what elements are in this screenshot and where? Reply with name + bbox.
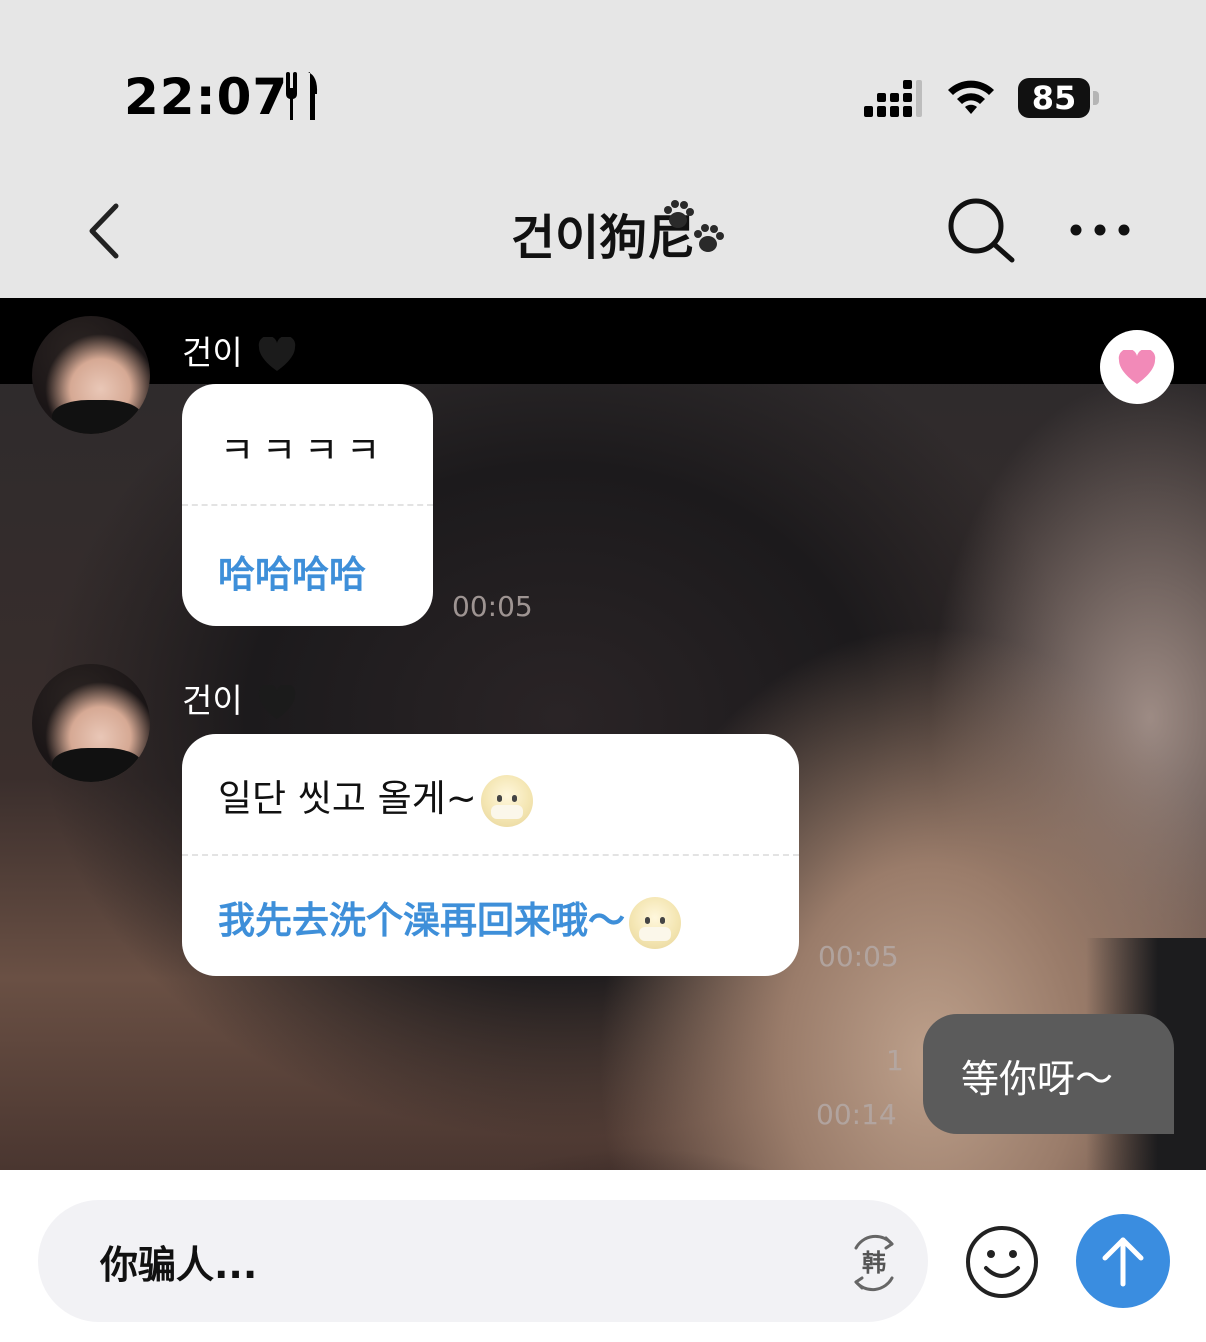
pink-heart-icon	[1118, 350, 1156, 384]
message-timestamp: 00:05	[818, 940, 899, 973]
face-with-mask-emoji-icon	[480, 774, 533, 827]
battery-indicator: 85	[1018, 78, 1090, 118]
battery-cap	[1093, 91, 1099, 105]
message-translation-text: 哈哈哈哈	[218, 553, 366, 596]
black-heart-icon	[259, 684, 296, 719]
translation-divider	[182, 504, 433, 506]
message-translation: 我先去洗个澡再回来哦～	[218, 890, 681, 949]
message-input-text[interactable]: 你骗人...	[100, 1234, 257, 1289]
sender-name: 건이	[182, 326, 297, 374]
sender-name: 건이	[182, 674, 297, 722]
back-arrow-icon[interactable]	[82, 200, 128, 262]
paw-prints-icon	[664, 200, 724, 252]
face-with-mask-emoji-icon	[629, 896, 681, 949]
arrow-up-icon	[1102, 1237, 1144, 1287]
smiley-face-icon[interactable]	[964, 1224, 1040, 1300]
message-original: 일단 씻고 올게~	[218, 768, 533, 827]
avatar[interactable]	[32, 316, 150, 434]
wifi-icon	[948, 80, 994, 114]
send-button[interactable]	[1076, 1214, 1170, 1308]
sender-name-text: 건이	[182, 681, 243, 720]
message-translation-text: 我先去洗个澡再回来哦～	[218, 899, 625, 942]
black-heart-icon	[259, 336, 296, 371]
message-timestamp: 00:05	[452, 590, 533, 623]
chat-title: 건이狗尼	[300, 198, 906, 268]
message-original-text: 일단 씻고 올게~	[218, 777, 477, 820]
chat-top-band	[0, 298, 1206, 384]
more-options-icon[interactable]	[1064, 218, 1136, 242]
search-icon[interactable]	[944, 196, 1018, 266]
read-count: 1	[886, 1044, 904, 1077]
cellular-signal-icon	[864, 80, 922, 117]
fork-knife-icon	[286, 72, 318, 120]
chat-area[interactable]: 건이 ㅋㅋㅋㅋ 哈哈哈哈 00:05 건이 일단 씻고 올게~ 我先去洗个澡再回…	[0, 298, 1206, 1170]
avatar[interactable]	[32, 664, 150, 782]
my-message-bubble[interactable]: 等你呀～	[923, 1014, 1174, 1134]
message-timestamp: 00:14	[816, 1098, 897, 1131]
translate-korean-icon[interactable]: 韩	[846, 1234, 902, 1292]
my-message-text: 等你呀～	[961, 1057, 1114, 1101]
like-button[interactable]	[1100, 330, 1174, 404]
message-original-text: ㅋㅋㅋㅋ	[220, 429, 389, 472]
svg-text:韩: 韩	[862, 1249, 886, 1277]
message-bubble[interactable]: ㅋㅋㅋㅋ 哈哈哈哈	[182, 384, 433, 626]
translation-divider	[182, 854, 799, 856]
message-bubble[interactable]: 일단 씻고 올게~ 我先去洗个澡再回来哦～	[182, 734, 799, 976]
status-time: 22:07	[124, 68, 289, 126]
sender-name-text: 건이	[182, 333, 243, 372]
